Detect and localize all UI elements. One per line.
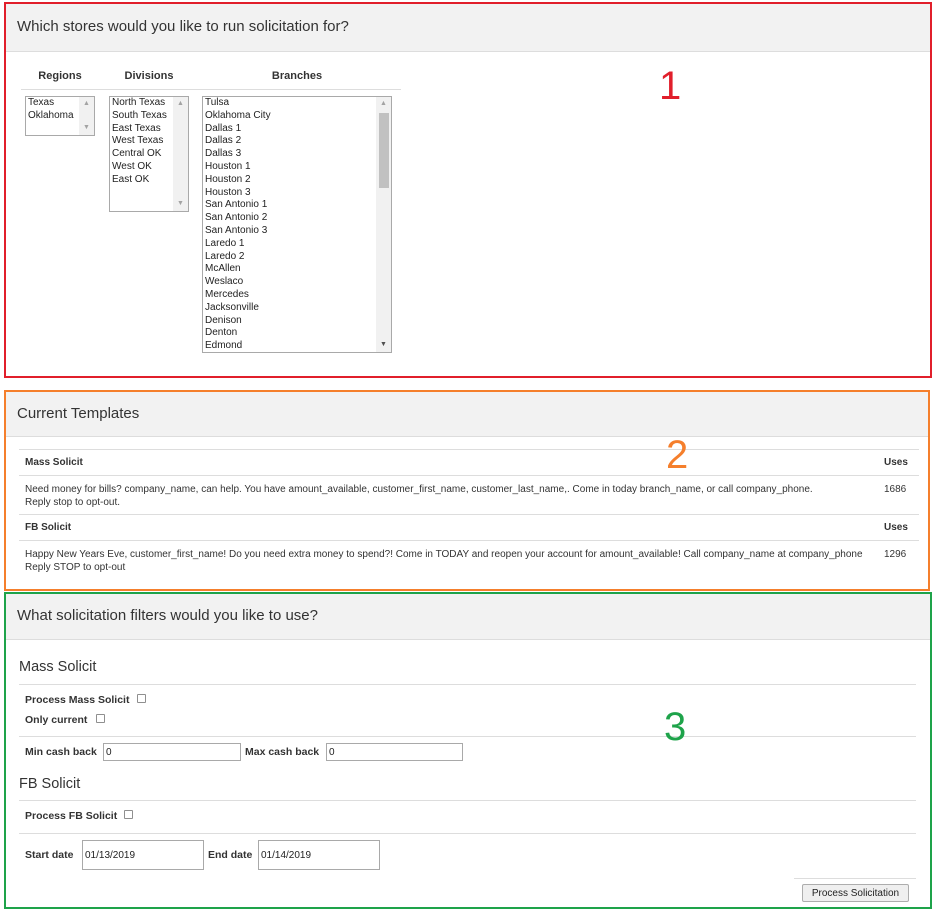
max-cash-back-input[interactable]: 0 xyxy=(326,743,463,761)
branch-option[interactable]: Oklahoma City xyxy=(204,110,271,123)
divisions-listbox[interactable]: North Texas South Texas East Texas West Tex… xyxy=(109,96,189,212)
table-divider xyxy=(19,449,919,450)
branch-option[interactable]: Houston 2 xyxy=(204,174,271,187)
template-name-fb: FB Solicit xyxy=(25,522,72,533)
branches-scrollbar[interactable]: ▲ ▼ xyxy=(376,97,391,352)
branch-option[interactable]: San Antonio 1 xyxy=(204,199,271,212)
divisions-scrollbar[interactable]: ▲ ▼ xyxy=(173,97,188,211)
min-cash-back-input[interactable]: 0 xyxy=(103,743,241,761)
scroll-thumb[interactable] xyxy=(379,113,389,188)
section-divider xyxy=(19,800,916,801)
scroll-up-icon[interactable]: ▲ xyxy=(173,97,188,111)
template-uses-fb: 1296 xyxy=(884,549,907,560)
max-cash-back-label: Max cash back xyxy=(245,746,320,758)
branch-option[interactable]: Denton xyxy=(204,327,271,340)
end-date-label: End date xyxy=(208,849,253,861)
template-uses-mass: 1686 xyxy=(884,484,907,495)
annotation-number-3: 3 xyxy=(664,705,687,749)
region-option[interactable]: Oklahoma xyxy=(27,110,74,123)
process-mass-checkbox[interactable] xyxy=(137,694,146,703)
branch-option[interactable]: Mercedes xyxy=(204,289,271,302)
end-date-input[interactable]: 01/14/2019 xyxy=(258,840,380,870)
division-option[interactable]: West OK xyxy=(111,161,167,174)
process-fb-checkbox[interactable] xyxy=(124,810,133,819)
division-option[interactable]: South Texas xyxy=(111,110,167,123)
branch-option[interactable]: Edmond xyxy=(204,340,271,352)
division-option[interactable]: West Texas xyxy=(111,135,167,148)
division-option[interactable]: East Texas xyxy=(111,123,167,136)
scroll-up-icon[interactable]: ▲ xyxy=(79,97,94,111)
annotation-number-1: 1 xyxy=(659,64,682,108)
start-date-label: Start date xyxy=(25,849,74,861)
branch-option[interactable]: Jacksonville xyxy=(204,302,271,315)
section-divider xyxy=(19,684,916,685)
only-current-label: Only current xyxy=(25,714,88,726)
regions-scrollbar[interactable]: ▲ ▼ xyxy=(79,97,94,135)
only-current-checkbox[interactable] xyxy=(96,714,105,723)
process-solicitation-button[interactable]: Process Solicitation xyxy=(802,884,909,902)
start-date-input[interactable]: 01/13/2019 xyxy=(82,840,204,870)
stores-panel-title: Which stores would you like to run solic… xyxy=(4,2,932,52)
template-name-mass: Mass Solicit xyxy=(25,457,83,468)
branch-option[interactable]: Laredo 2 xyxy=(204,251,271,264)
branch-option[interactable]: Dallas 3 xyxy=(204,148,271,161)
regions-header: Regions xyxy=(38,70,82,82)
divisions-header: Divisions xyxy=(124,70,174,82)
table-divider xyxy=(19,475,919,476)
branch-option[interactable]: Tulsa xyxy=(204,97,271,110)
table-divider xyxy=(19,540,919,541)
division-option[interactable]: North Texas xyxy=(111,97,167,110)
min-cash-back-label: Min cash back xyxy=(25,746,97,758)
branches-listbox[interactable]: Tulsa Oklahoma City Dallas 1 Dallas 2 Dallas… xyxy=(202,96,392,353)
branch-option[interactable]: Denison xyxy=(204,315,271,328)
filters-panel: What solicitation filters would you like… xyxy=(4,592,932,909)
process-mass-label: Process Mass Solicit xyxy=(25,694,130,706)
scroll-down-icon[interactable]: ▼ xyxy=(376,338,391,352)
regions-listbox[interactable]: Texas Oklahoma ▲ ▼ xyxy=(25,96,95,136)
annotation-number-2: 2 xyxy=(666,433,689,477)
mass-solicit-heading: Mass Solicit xyxy=(19,659,97,675)
template-text-mass: Need money for bills? company_name, can … xyxy=(25,484,813,508)
section-divider xyxy=(19,833,916,834)
process-fb-label: Process FB Solicit xyxy=(25,810,118,822)
branch-option[interactable]: Dallas 2 xyxy=(204,135,271,148)
fb-solicit-heading: FB Solicit xyxy=(19,776,81,792)
division-option[interactable]: East OK xyxy=(111,174,167,187)
scroll-up-icon[interactable]: ▲ xyxy=(376,97,391,111)
templates-panel-title: Current Templates xyxy=(4,390,930,437)
division-option[interactable]: Central OK xyxy=(111,148,167,161)
branches-header: Branches xyxy=(271,70,323,82)
branch-option[interactable]: McAllen xyxy=(204,263,271,276)
branch-option[interactable]: Houston 3 xyxy=(204,187,271,200)
section-divider xyxy=(794,878,916,879)
scroll-down-icon[interactable]: ▼ xyxy=(79,121,94,135)
uses-header: Uses xyxy=(884,522,908,533)
templates-panel: Current Templates Mass Solicit Uses Need… xyxy=(4,390,930,591)
stores-panel: Which stores would you like to run solic… xyxy=(4,2,932,378)
table-divider xyxy=(19,514,919,515)
scroll-down-icon[interactable]: ▼ xyxy=(173,197,188,211)
uses-header: Uses xyxy=(884,457,908,468)
header-divider xyxy=(21,89,401,90)
branch-option[interactable]: Dallas 1 xyxy=(204,123,271,136)
region-option[interactable]: Texas xyxy=(27,97,74,110)
branch-option[interactable]: Houston 1 xyxy=(204,161,271,174)
branch-option[interactable]: San Antonio 3 xyxy=(204,225,271,238)
section-divider xyxy=(19,736,916,737)
branch-option[interactable]: Weslaco xyxy=(204,276,271,289)
branch-option[interactable]: Laredo 1 xyxy=(204,238,271,251)
branch-option[interactable]: San Antonio 2 xyxy=(204,212,271,225)
template-text-fb: Happy New Years Eve, customer_first_name… xyxy=(25,549,863,573)
filters-panel-title: What solicitation filters would you like… xyxy=(4,592,932,640)
